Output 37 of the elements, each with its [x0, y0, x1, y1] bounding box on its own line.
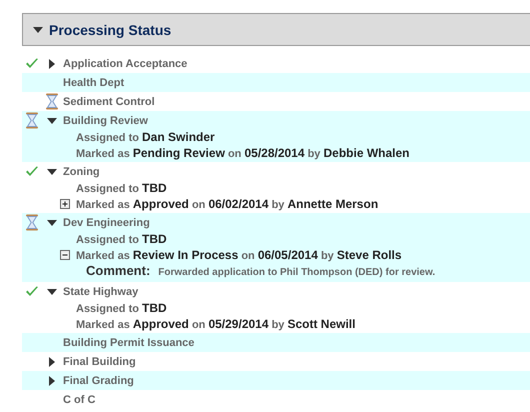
detail-text: Assigned to TBD — [76, 301, 167, 315]
step-name: Building Permit Issuance — [63, 336, 194, 348]
section-title: Processing Status — [49, 22, 172, 38]
detail-text: Assigned to TBD — [76, 232, 167, 246]
detail-text: Assigned to Dan Swinder — [76, 130, 215, 144]
checkmark-icon — [25, 166, 39, 178]
expanded-arrow-icon[interactable] — [47, 288, 57, 294]
detail-text: Marked as Review In Process on 06/05/2014 by Steve Rolls — [76, 248, 402, 262]
checkmark-icon — [25, 58, 39, 70]
hourglass-icon — [25, 112, 39, 129]
expand-icon[interactable] — [60, 199, 70, 209]
hourglass-icon — [25, 214, 39, 231]
step-name: Final Building — [63, 356, 136, 368]
collapse-icon[interactable] — [60, 250, 70, 260]
step-name: C of C — [63, 394, 96, 406]
step-name: Final Grading — [63, 374, 134, 386]
detail-text: Marked as Approved on 06/02/2014 by Annette Merson — [76, 197, 378, 211]
collapsed-arrow-icon[interactable] — [49, 58, 55, 68]
step-name: Dev Engineering — [63, 216, 150, 228]
step-name: Zoning — [63, 166, 100, 178]
expanded-arrow-icon[interactable] — [47, 168, 57, 174]
comment-text: Forwarded application to Phil Thompson (DED) for review. — [158, 267, 436, 278]
checkmark-icon — [25, 286, 39, 298]
comment-label: Comment: — [86, 263, 150, 278]
detail-text: Assigned to TBD — [76, 181, 167, 195]
detail-text: Marked as Pending Review on 05/28/2014 by Debbie Whalen — [76, 146, 410, 160]
expanded-arrow-icon[interactable] — [47, 118, 57, 124]
step-name: Building Review — [63, 114, 148, 126]
hourglass-icon — [45, 93, 59, 110]
step-name: Health Dept — [63, 76, 124, 88]
step-name: Application Acceptance — [63, 58, 188, 70]
detail-text: Marked as Approved on 05/29/2014 by Scott Newill — [76, 317, 356, 331]
step-name: Sediment Control — [63, 96, 155, 108]
expanded-arrow-icon[interactable] — [33, 26, 43, 32]
expanded-arrow-icon[interactable] — [47, 220, 57, 226]
section-header[interactable]: Processing Status — [22, 13, 530, 46]
step-name: State Highway — [63, 286, 138, 298]
